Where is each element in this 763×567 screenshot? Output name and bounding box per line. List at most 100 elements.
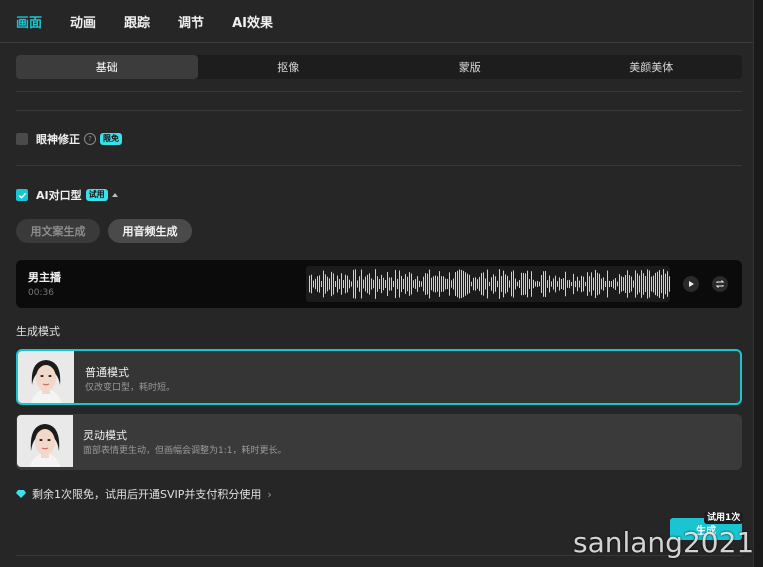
waveform-bar	[669, 276, 670, 292]
audio-card: 男主播 00:36	[16, 260, 742, 308]
waveform-bar	[457, 270, 458, 298]
waveform-bar	[667, 271, 668, 297]
waveform-bar	[593, 277, 594, 291]
waveform-bar	[365, 276, 366, 292]
waveform-bar	[341, 273, 342, 295]
waveform-bar	[417, 276, 418, 292]
waveform-bar	[323, 270, 324, 298]
mode-card-vivid[interactable]: 灵动模式 面部表情更生动，但画幅会调整为1:1，耗时更长。	[16, 414, 742, 470]
waveform-bar	[517, 281, 518, 287]
waveform-bar	[561, 279, 562, 289]
lip-sync-label: AI对口型	[36, 189, 82, 202]
waveform-bar	[627, 270, 628, 298]
waveform-bar	[409, 272, 410, 296]
waveform-bar	[507, 275, 508, 293]
waveform-bar	[495, 276, 496, 292]
divider	[16, 91, 742, 92]
waveform-bar	[623, 277, 624, 291]
tab-ai-effects[interactable]: AI效果	[230, 8, 275, 35]
waveform-bar	[349, 279, 350, 289]
generate-from-text-button[interactable]: 用文案生成	[16, 219, 100, 243]
waveform-bar	[399, 270, 400, 298]
waveform-bar	[391, 277, 392, 291]
audio-name: 男主播	[28, 271, 61, 284]
waveform-bar	[625, 274, 626, 294]
question-icon[interactable]: ?	[84, 133, 96, 145]
waveform-bar	[615, 278, 616, 290]
waveform-bar	[431, 277, 432, 291]
caret-up-icon[interactable]	[111, 193, 118, 197]
waveform-bar	[463, 270, 464, 298]
waveform-bar	[541, 275, 542, 293]
waveform-bar	[429, 269, 430, 299]
waveform-bar	[569, 279, 570, 289]
mode-card-normal[interactable]: 普通模式 仅改变口型，耗时短。	[16, 349, 742, 405]
waveform-bar	[619, 274, 620, 294]
waveform-bar	[319, 275, 320, 293]
lip-sync-checkbox[interactable]	[16, 189, 28, 201]
waveform-bar	[375, 269, 376, 299]
waveform-bar	[659, 270, 660, 298]
waveform-bar	[633, 280, 634, 288]
tab-animation[interactable]: 动画	[68, 8, 98, 35]
tab-tracking[interactable]: 跟踪	[122, 8, 152, 35]
waveform-bar	[373, 279, 374, 289]
waveform-bar	[645, 276, 646, 292]
waveform-bar	[617, 281, 618, 287]
waveform-bar	[419, 280, 420, 288]
waveform-bar	[481, 273, 482, 295]
tab-adjust[interactable]: 调节	[176, 8, 206, 35]
waveform-bar	[499, 269, 500, 299]
waveform-bar	[557, 281, 558, 287]
waveform-bar	[639, 275, 640, 293]
waveform-bar	[513, 270, 514, 298]
waveform-bar	[663, 269, 664, 299]
watermark: sanlang2021	[573, 526, 755, 559]
top-tabs: 画面 动画 跟踪 调节 AI效果	[0, 0, 753, 43]
waveform[interactable]	[306, 266, 672, 302]
waveform-bar	[635, 270, 636, 298]
waveform-bar	[453, 278, 454, 290]
waveform-bar	[607, 270, 608, 298]
waveform-bar	[369, 273, 370, 295]
waveform-bar	[469, 274, 470, 294]
generate-from-audio-button[interactable]: 用音频生成	[108, 219, 192, 243]
waveform-bar	[451, 280, 452, 288]
waveform-bar	[411, 273, 412, 295]
waveform-bar	[497, 280, 498, 288]
tab-picture[interactable]: 画面	[14, 8, 44, 35]
waveform-bar	[533, 279, 534, 289]
waveform-bar	[443, 276, 444, 292]
waveform-bar	[459, 269, 460, 299]
waveform-bar	[563, 278, 564, 290]
waveform-bar	[421, 281, 422, 287]
subtab-beauty[interactable]: 美颜美体	[561, 55, 743, 79]
waveform-bar	[393, 280, 394, 288]
eye-correction-checkbox[interactable]	[16, 133, 28, 145]
waveform-bar	[629, 275, 630, 293]
waveform-bar	[595, 269, 596, 299]
waveform-bar	[345, 274, 346, 294]
waveform-bar	[435, 275, 436, 293]
waveform-bar	[503, 270, 504, 298]
svip-info-link[interactable]: 剩余1次限免，试用后开通SVIP并支付积分使用 ›	[16, 486, 272, 502]
replace-icon[interactable]	[712, 276, 728, 292]
mode-title: 灵动模式	[83, 429, 127, 442]
play-icon[interactable]	[683, 276, 699, 292]
waveform-bar	[515, 278, 516, 290]
waveform-bar	[347, 275, 348, 293]
lip-sync-row: AI对口型 试用	[16, 187, 118, 203]
waveform-bar	[605, 280, 606, 288]
waveform-bar	[339, 278, 340, 290]
subtab-mask[interactable]: 蒙版	[379, 55, 561, 79]
waveform-bar	[389, 277, 390, 291]
subtab-cutout[interactable]: 抠像	[198, 55, 380, 79]
waveform-bar	[317, 276, 318, 292]
waveform-bar	[613, 279, 614, 289]
waveform-bar	[575, 280, 576, 288]
waveform-bar	[331, 271, 332, 297]
subtab-basic[interactable]: 基础	[16, 55, 198, 79]
waveform-bar	[325, 274, 326, 294]
waveform-bar	[601, 278, 602, 290]
waveform-bar	[611, 281, 612, 287]
